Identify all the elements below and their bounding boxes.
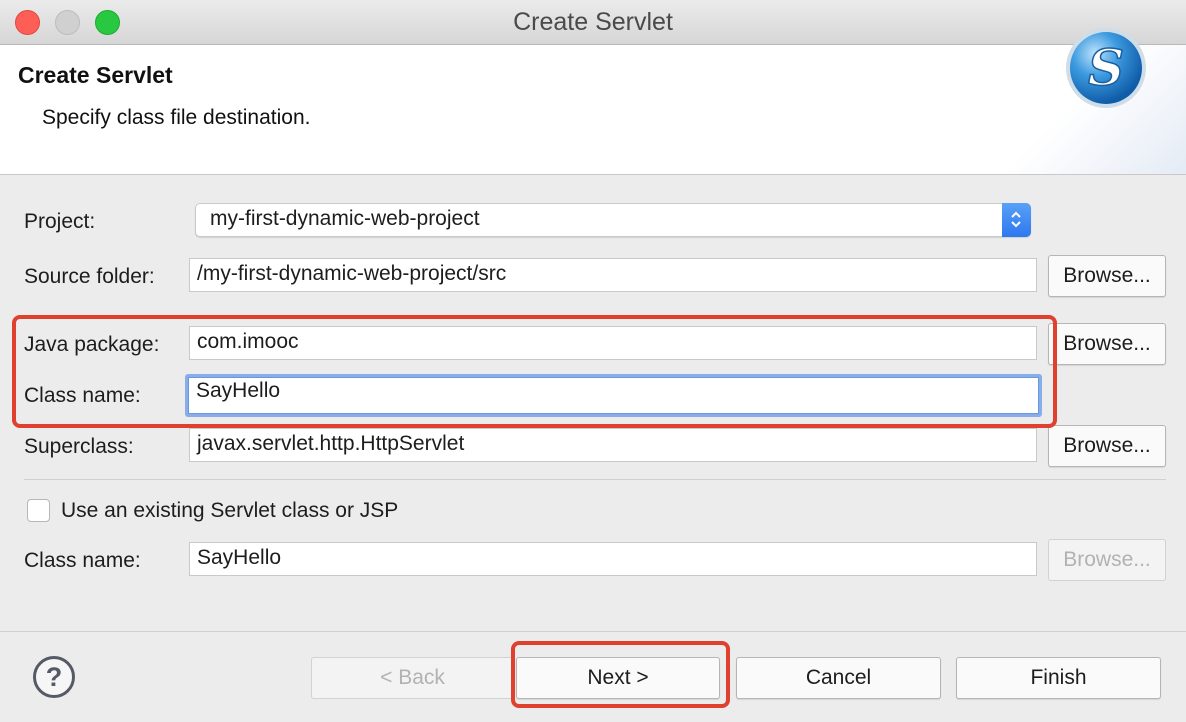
- source-folder-browse-button[interactable]: Browse...: [1048, 255, 1166, 297]
- superclass-field[interactable]: javax.servlet.http.HttpServlet: [189, 428, 1037, 462]
- existing-class-browse-button[interactable]: Browse...: [1048, 539, 1166, 581]
- wizard-banner: Create Servlet Specify class file destin…: [0, 45, 1186, 175]
- project-select-value: my-first-dynamic-web-project: [210, 207, 480, 230]
- finish-button[interactable]: Finish: [956, 657, 1161, 699]
- window-title: Create Servlet: [513, 8, 673, 36]
- project-label: Project:: [24, 210, 96, 233]
- use-existing-servlet-checkbox[interactable]: [27, 499, 50, 522]
- project-select-arrows[interactable]: [1002, 203, 1031, 237]
- servlet-logo-letter: S: [1088, 38, 1124, 97]
- up-down-chevron-icon: [1011, 211, 1021, 228]
- source-folder-field[interactable]: /my-first-dynamic-web-project/src: [189, 258, 1037, 292]
- back-button[interactable]: < Back: [311, 657, 514, 699]
- form-separator: [24, 479, 1166, 480]
- servlet-logo-icon: S: [1066, 28, 1146, 108]
- java-package-browse-button[interactable]: Browse...: [1048, 323, 1166, 365]
- cancel-button[interactable]: Cancel: [736, 657, 941, 699]
- source-folder-label: Source folder:: [24, 265, 155, 288]
- help-icon[interactable]: ?: [33, 656, 75, 698]
- project-select[interactable]: my-first-dynamic-web-project: [195, 203, 1031, 237]
- package-class-highlight-box: [12, 315, 1057, 428]
- use-existing-servlet-label[interactable]: Use an existing Servlet class or JSP: [61, 499, 398, 523]
- title-bar: Create Servlet: [0, 0, 1186, 45]
- superclass-browse-button[interactable]: Browse...: [1048, 425, 1166, 467]
- footer-separator: [0, 631, 1186, 632]
- existing-class-name-field[interactable]: SayHello: [189, 542, 1037, 576]
- banner-title: Create Servlet: [18, 62, 173, 88]
- next-button-highlight-box: [511, 641, 730, 708]
- banner-description: Specify class file destination.: [42, 106, 311, 129]
- superclass-label: Superclass:: [24, 435, 134, 458]
- existing-class-name-label: Class name:: [24, 549, 141, 572]
